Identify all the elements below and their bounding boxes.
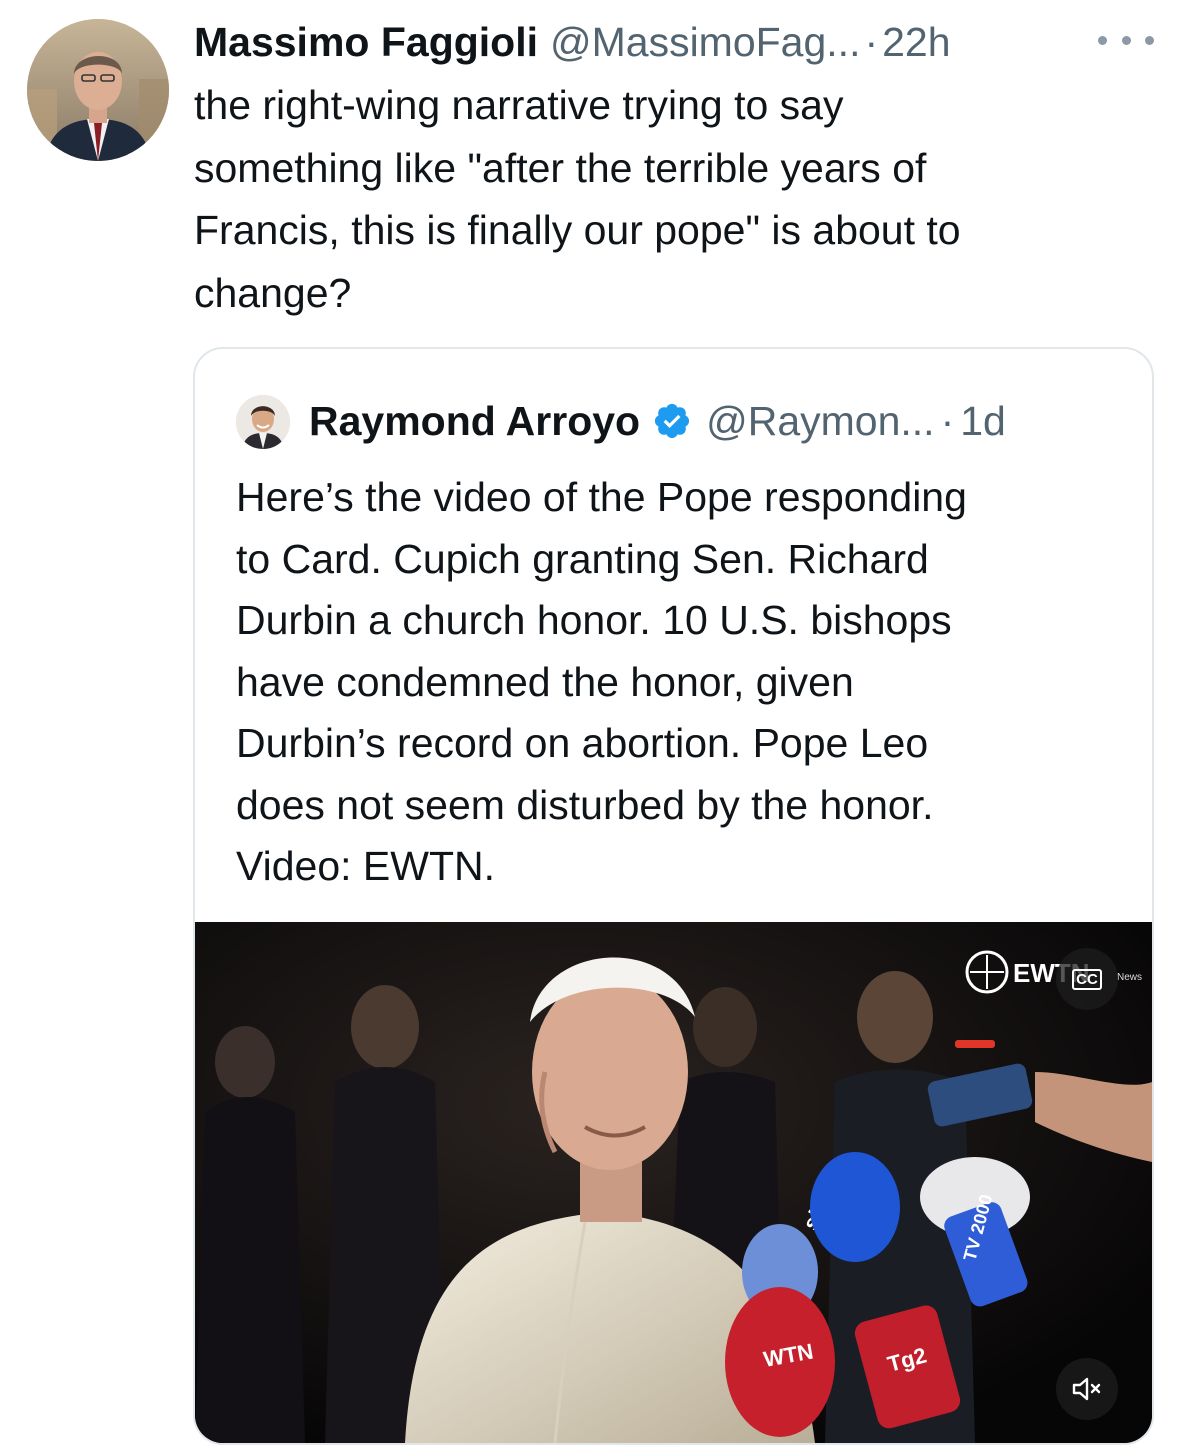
ellipsis-dot (1098, 35, 1107, 45)
tweet-timestamp[interactable]: 22h (882, 19, 950, 66)
video-watermark-sub: News (1117, 972, 1142, 983)
video-frame: sky TV 2000 WTN Tg2 EWTN News (195, 922, 1152, 1443)
ellipsis-icon[interactable] (1098, 28, 1154, 52)
quoted-author-avatar[interactable] (236, 395, 290, 449)
quoted-tweet-card[interactable]: Raymond Arroyo @Raymon... · 1d Here’s th… (193, 347, 1154, 1445)
avatar-photo (236, 395, 290, 449)
ellipsis-dot (1145, 35, 1154, 45)
quoted-author-handle[interactable]: @Raymon... (706, 398, 934, 445)
quoted-header-separator: · (940, 397, 955, 444)
mute-button[interactable] (1056, 1358, 1118, 1420)
quoted-author-display-name[interactable]: Raymond Arroyo (309, 398, 640, 445)
quoted-tweet-header: Raymond Arroyo @Raymon... · 1d (309, 393, 1006, 449)
quoted-tweet-text: Here’s the video of the Pope responding … (236, 474, 967, 889)
verified-badge-icon[interactable] (652, 401, 692, 441)
avatar-photo (27, 19, 169, 161)
speaker-muted-icon (1072, 1377, 1101, 1401)
closed-captions-button[interactable]: CC (1056, 948, 1118, 1010)
tweet-text: the right-wing narrative trying to say s… (194, 82, 961, 316)
author-avatar[interactable] (27, 19, 169, 161)
cc-icon: CC (1072, 968, 1102, 990)
header-separator: · (864, 18, 879, 65)
quoted-tweet-timestamp[interactable]: 1d (960, 398, 1006, 445)
author-display-name[interactable]: Massimo Faggioli (194, 19, 538, 66)
author-handle[interactable]: @MassimoFag... (550, 19, 860, 66)
ellipsis-dot (1121, 35, 1131, 45)
video-player[interactable]: sky TV 2000 WTN Tg2 EWTN News CC (195, 922, 1152, 1443)
tweet-header: Massimo Faggioli @MassimoFag... · 22h (194, 14, 1124, 70)
